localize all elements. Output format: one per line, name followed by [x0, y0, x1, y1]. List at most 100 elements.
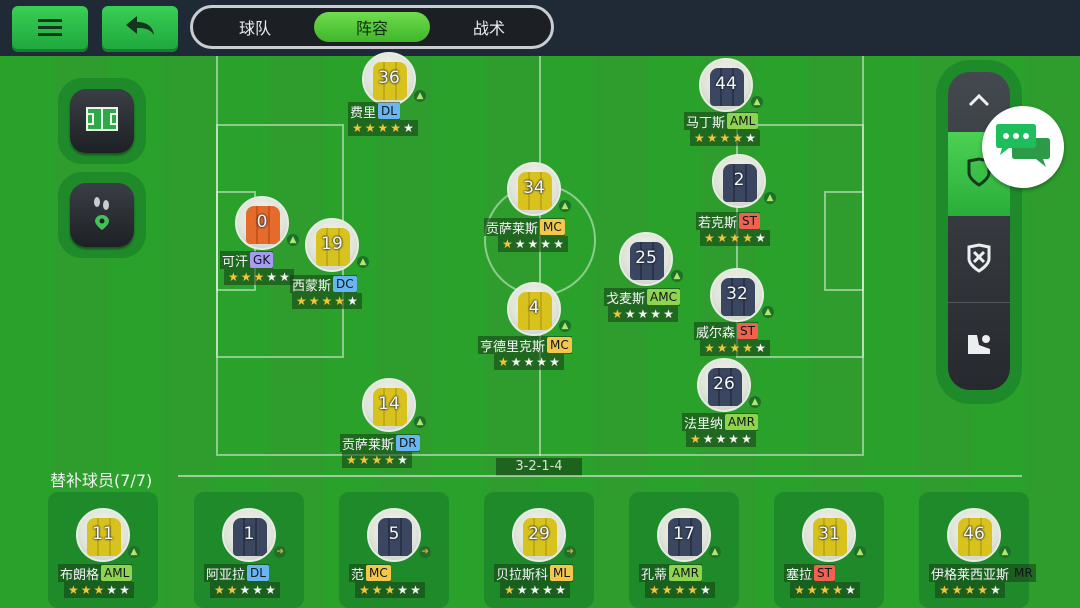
jersey-number: 29 — [528, 524, 550, 544]
rating-star-icon: ★ — [371, 583, 383, 597]
rating-star-icon: ★ — [716, 341, 728, 355]
player-rating: ★ ★ ★ ★ ★ — [690, 130, 760, 146]
rating-star-icon: ★ — [390, 121, 402, 135]
jersey-number: 44 — [715, 74, 737, 94]
player-avatar[interactable]: 29 — [512, 508, 566, 562]
tab-switcher: 球队 阵容 战术 — [190, 5, 554, 49]
bench-card[interactable]: 11 ▲ 布朗格 AML ★ ★ ★ ★ ★ — [48, 492, 158, 608]
rating-star-icon: ★ — [352, 121, 363, 135]
player-avatar[interactable]: 2 — [712, 154, 766, 208]
rating-star-icon: ★ — [252, 583, 264, 597]
rating-star-icon: ★ — [93, 583, 105, 597]
player-rating: ★ ★ ★ ★ ★ — [210, 582, 280, 598]
player-name: 布朗格 — [60, 567, 100, 583]
rating-star-icon: ★ — [729, 341, 741, 355]
rating-star-icon: ★ — [661, 583, 673, 597]
rating-star-icon: ★ — [514, 237, 526, 251]
rating-star-icon: ★ — [403, 121, 414, 135]
player-rating: ★ ★ ★ ★ ★ — [790, 582, 860, 598]
back-button[interactable] — [102, 6, 178, 52]
player-avatar[interactable]: 0 — [235, 196, 289, 250]
tab-team[interactable]: 球队 — [197, 12, 313, 42]
player-name: 阿亚拉 — [206, 567, 246, 583]
form-arrow-up-icon: ▲ — [287, 234, 299, 246]
footsteps-location-icon — [88, 195, 116, 235]
menu-button[interactable] — [12, 6, 88, 52]
player-avatar[interactable]: 44 — [699, 58, 753, 112]
rating-star-icon: ★ — [253, 270, 265, 284]
player-name-bar: 贡萨莱斯 MC — [484, 218, 565, 237]
player-avatar[interactable]: 46 — [947, 508, 1001, 562]
bench-card[interactable]: 31 ▲ 塞拉 ST ★ ★ ★ ★ ★ — [774, 492, 884, 608]
chat-button[interactable] — [982, 106, 1064, 188]
player-avatar[interactable]: 1 — [222, 508, 276, 562]
bench-card[interactable]: 17 ▲ 孔蒂 AMR ★ ★ ★ ★ ★ — [629, 492, 739, 608]
rating-star-icon: ★ — [364, 121, 376, 135]
player-avatar[interactable]: 17 — [657, 508, 711, 562]
rating-star-icon: ★ — [649, 583, 660, 597]
tab-tactics[interactable]: 战术 — [431, 12, 547, 42]
jersey-number: 1 — [243, 524, 255, 544]
rating-star-icon: ★ — [939, 583, 950, 597]
rating-star-icon: ★ — [964, 583, 976, 597]
bench-card[interactable]: 5 ➜ 范 MC ★ ★ ★ ★ ★ — [339, 492, 449, 608]
rating-star-icon: ★ — [384, 453, 396, 467]
player-name: 范 — [351, 567, 365, 583]
position-badge: MC — [547, 337, 572, 353]
player-rating: ★ ★ ★ ★ ★ — [224, 269, 294, 285]
jersey-number: 25 — [635, 248, 657, 268]
player-name: 贡萨莱斯 — [486, 221, 539, 237]
rating-star-icon: ★ — [321, 294, 333, 308]
player-rating: ★ ★ ★ ★ ★ — [342, 452, 412, 468]
rating-star-icon: ★ — [794, 583, 805, 597]
position-badge: DR — [396, 435, 420, 451]
player-avatar[interactable]: 4 — [507, 282, 561, 336]
rating-star-icon: ★ — [510, 355, 522, 369]
player-name: 马丁斯 — [686, 115, 726, 131]
player-name-bar: 布朗格 AML — [58, 564, 133, 583]
player-avatar[interactable]: 31 — [802, 508, 856, 562]
training-location-button[interactable] — [58, 172, 146, 258]
rating-star-icon: ★ — [80, 583, 92, 597]
rating-star-icon: ★ — [732, 131, 744, 145]
player-avatar[interactable]: 19 — [305, 218, 359, 272]
defense-button[interactable] — [948, 218, 1010, 303]
rating-star-icon: ★ — [240, 270, 252, 284]
attack-button[interactable] — [948, 304, 1010, 388]
player-name: 贡萨莱斯 — [342, 437, 395, 453]
bench-card[interactable]: 1 ➜ 阿亚拉 DL ★ ★ ★ ★ ★ — [194, 492, 304, 608]
rating-star-icon: ★ — [498, 355, 509, 369]
player-name-bar: 孔蒂 AMR — [639, 564, 702, 583]
player-avatar[interactable]: 26 — [697, 358, 751, 412]
rating-star-icon: ★ — [549, 355, 560, 369]
hamburger-menu-icon — [37, 14, 63, 44]
player-avatar[interactable]: 32 — [710, 268, 764, 322]
bench-card[interactable]: 46 ▲ 伊格莱西亚斯 MR ★ ★ ★ ★ ★ — [919, 492, 1036, 608]
player-avatar[interactable]: 5 — [367, 508, 421, 562]
jersey-number: 11 — [92, 524, 114, 544]
rating-star-icon: ★ — [951, 583, 963, 597]
player-avatar[interactable]: 11 — [76, 508, 130, 562]
player-avatar[interactable]: 36 — [362, 52, 416, 106]
rating-star-icon: ★ — [650, 307, 662, 321]
player-avatar[interactable]: 25 — [619, 232, 673, 286]
rating-star-icon: ★ — [334, 294, 346, 308]
form-arrow-up-icon: ▲ — [559, 320, 571, 332]
jersey-number: 46 — [963, 524, 985, 544]
bench-card[interactable]: 29 ➜ 贝拉斯科 ML ★ ★ ★ ★ ★ — [484, 492, 594, 608]
chat-bubbles-icon — [993, 120, 1053, 174]
player-avatar[interactable]: 14 — [362, 378, 416, 432]
player-name: 费里 — [350, 105, 377, 121]
rating-star-icon: ★ — [845, 583, 856, 597]
tactics-board-button[interactable] — [58, 78, 146, 164]
player-name: 塞拉 — [786, 567, 813, 583]
player-avatar[interactable]: 34 — [507, 162, 561, 216]
player-name: 法里纳 — [684, 416, 724, 432]
jersey-number: 19 — [321, 234, 343, 254]
player-name-bar: 法里纳 AMR — [682, 413, 758, 432]
tab-lineup[interactable]: 阵容 — [314, 12, 430, 42]
form-arrow-right-icon: ➜ — [274, 546, 286, 558]
player-rating: ★ ★ ★ ★ ★ — [700, 340, 770, 356]
position-badge: ST — [737, 323, 758, 339]
position-badge: ML — [550, 565, 574, 581]
